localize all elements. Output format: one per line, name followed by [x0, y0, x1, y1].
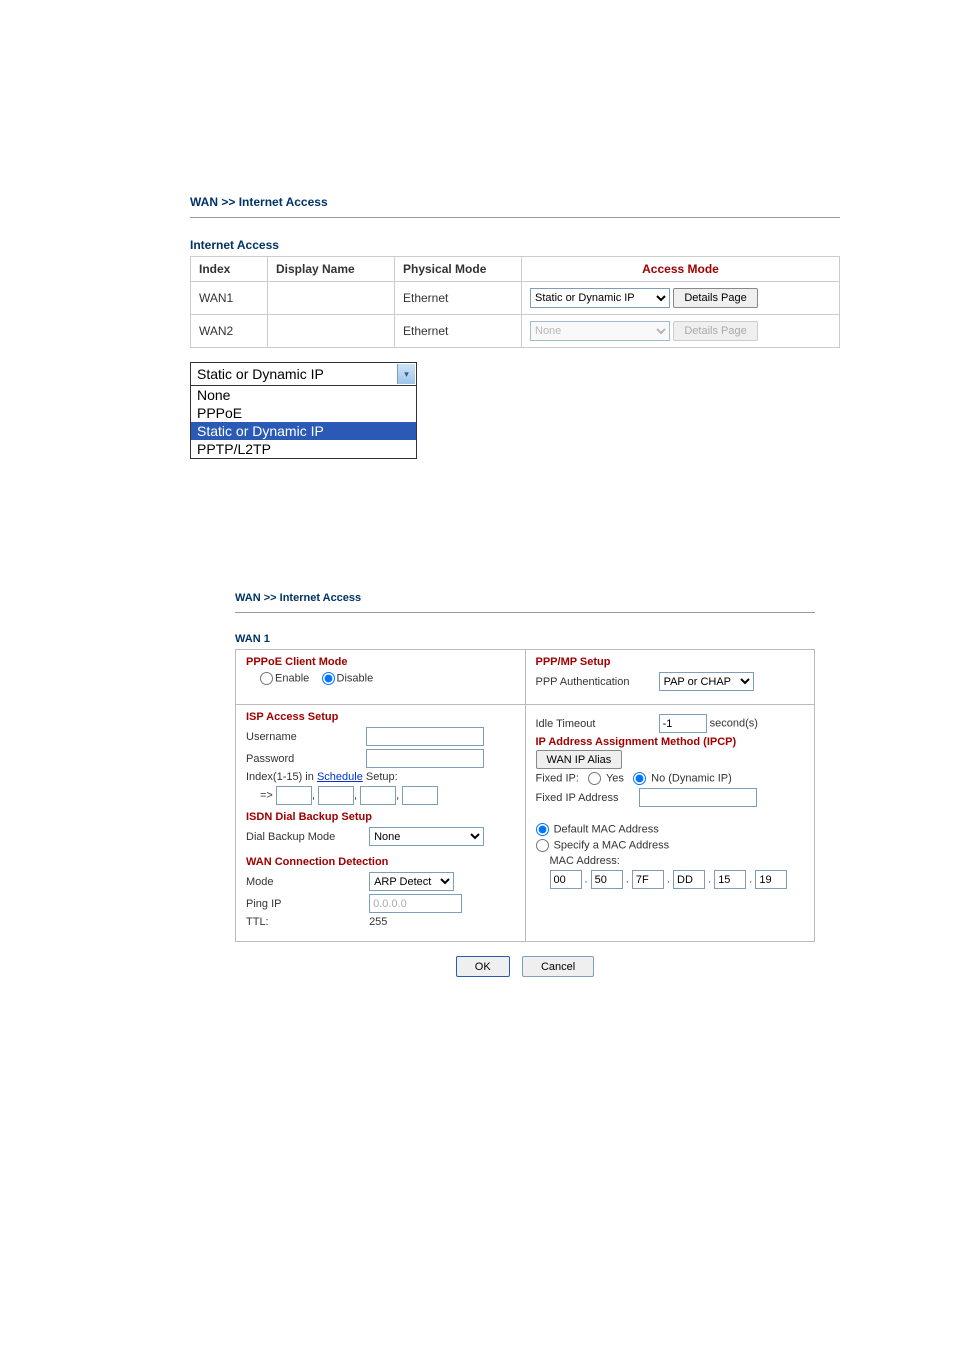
- mac-address-label: MAC Address:: [536, 855, 805, 867]
- dropdown-option[interactable]: Static or Dynamic IP: [191, 422, 416, 440]
- fixed-ip-yes-radio[interactable]: [588, 772, 601, 785]
- ttl-label: TTL:: [246, 916, 366, 928]
- idle-unit: second(s): [710, 718, 758, 730]
- isdn-title: ISDN Dial Backup Setup: [246, 811, 515, 823]
- ppp-auth-label: PPP Authentication: [536, 676, 656, 688]
- section-title: Internet Access: [190, 238, 840, 252]
- idx: WAN1: [191, 282, 268, 315]
- schedule-idx-input[interactable]: [318, 786, 354, 805]
- internet-access-table: Index Display Name Physical Mode Access …: [190, 256, 840, 348]
- table-row: WAN2 Ethernet None Details Page: [191, 315, 840, 348]
- pppmp-title: PPP/MP Setup: [536, 656, 805, 668]
- idle-timeout-label: Idle Timeout: [536, 718, 656, 730]
- schedule-idx-input[interactable]: [276, 786, 312, 805]
- schedule-idx-input[interactable]: [402, 786, 438, 805]
- schedule-link[interactable]: Schedule: [317, 771, 363, 783]
- mac-octet-input[interactable]: [714, 870, 746, 889]
- fixed-ip-label: Fixed IP:: [536, 772, 579, 784]
- details-page-button: Details Page: [673, 321, 757, 341]
- mac-octet-input[interactable]: [632, 870, 664, 889]
- table-row: WAN1 Ethernet Static or Dynamic IP Detai…: [191, 282, 840, 315]
- ping-ip-input[interactable]: [369, 894, 462, 913]
- username-label: Username: [246, 731, 366, 743]
- idle-timeout-input[interactable]: [659, 714, 707, 733]
- ping-ip-label: Ping IP: [246, 898, 366, 910]
- mac-octet-input[interactable]: [755, 870, 787, 889]
- schedule-arrow: =>: [260, 790, 273, 802]
- phys: Ethernet: [395, 315, 522, 348]
- ppp-auth-select[interactable]: PAP or CHAP: [659, 672, 754, 691]
- det-mode-select[interactable]: ARP Detect: [369, 872, 454, 891]
- dropdown-option[interactable]: PPPoE: [191, 404, 416, 422]
- access-mode-select: None: [530, 321, 670, 341]
- details-page-button[interactable]: Details Page: [673, 288, 757, 308]
- breadcrumb-b: Internet Access: [280, 592, 362, 604]
- username-input[interactable]: [366, 727, 484, 746]
- cancel-button[interactable]: Cancel: [522, 956, 594, 977]
- dial-backup-select[interactable]: None: [369, 827, 484, 846]
- breadcrumb-sep: >>: [261, 592, 280, 604]
- mac-octet-input[interactable]: [673, 870, 705, 889]
- dropdown-option[interactable]: None: [191, 386, 416, 404]
- pppoe-title: PPPoE Client Mode: [246, 656, 515, 668]
- phys: Ethernet: [395, 282, 522, 315]
- schedule-idx-input[interactable]: [360, 786, 396, 805]
- display: [268, 282, 395, 315]
- breadcrumb-a: WAN: [235, 592, 261, 604]
- divider: [235, 612, 815, 613]
- pppoe-enable-radio[interactable]: [260, 672, 273, 685]
- fixed-ip-addr-input[interactable]: [639, 788, 757, 807]
- dropdown-option[interactable]: PPTP/L2TP: [191, 440, 416, 458]
- ipa-title: IP Address Assignment Method (IPCP): [536, 736, 805, 748]
- col-phys: Physical Mode: [395, 257, 522, 282]
- mac-octet-input[interactable]: [550, 870, 582, 889]
- pppoe-disable-radio[interactable]: [322, 672, 335, 685]
- fixed-ip-no-radio[interactable]: [633, 772, 646, 785]
- ok-button[interactable]: OK: [456, 956, 510, 977]
- mac-octet-input[interactable]: [591, 870, 623, 889]
- section-title: WAN 1: [235, 633, 815, 645]
- divider: [190, 217, 840, 218]
- breadcrumb-b: Internet Access: [239, 195, 328, 209]
- wan-det-title: WAN Connection Detection: [246, 856, 515, 868]
- ttl-value: 255: [369, 916, 387, 928]
- access-mode-select[interactable]: Static or Dynamic IP: [530, 288, 670, 308]
- password-input[interactable]: [366, 749, 484, 768]
- dial-backup-label: Dial Backup Mode: [246, 831, 366, 843]
- mac-default-radio[interactable]: [536, 823, 549, 836]
- chevron-down-icon[interactable]: ▾: [397, 364, 415, 384]
- display: [268, 315, 395, 348]
- fixed-ip-addr-label: Fixed IP Address: [536, 792, 636, 804]
- password-label: Password: [246, 753, 366, 765]
- access-mode-dropdown-open[interactable]: Static or Dynamic IP ▾ None PPPoE Static…: [190, 362, 417, 459]
- col-display: Display Name: [268, 257, 395, 282]
- pppoe-mode-row: Enable Disable: [246, 672, 515, 685]
- breadcrumb-sep: >>: [218, 195, 239, 209]
- breadcrumb-a: WAN: [190, 195, 218, 209]
- mac-specify-radio[interactable]: [536, 839, 549, 852]
- col-access: Access Mode: [522, 257, 840, 282]
- wan-ip-alias-button[interactable]: WAN IP Alias: [536, 750, 623, 769]
- idx: WAN2: [191, 315, 268, 348]
- isp-title: ISP Access Setup: [246, 711, 515, 723]
- col-index: Index: [191, 257, 268, 282]
- dropdown-selected[interactable]: Static or Dynamic IP ▾: [191, 363, 416, 386]
- breadcrumb: WAN >> Internet Access: [190, 195, 840, 217]
- schedule-label-row: Index(1-15) in Schedule Setup:: [246, 771, 515, 783]
- wan1-form: PPPoE Client Mode Enable Disable PPP/MP …: [235, 649, 815, 942]
- breadcrumb: WAN >> Internet Access: [235, 592, 815, 612]
- det-mode-label: Mode: [246, 876, 366, 888]
